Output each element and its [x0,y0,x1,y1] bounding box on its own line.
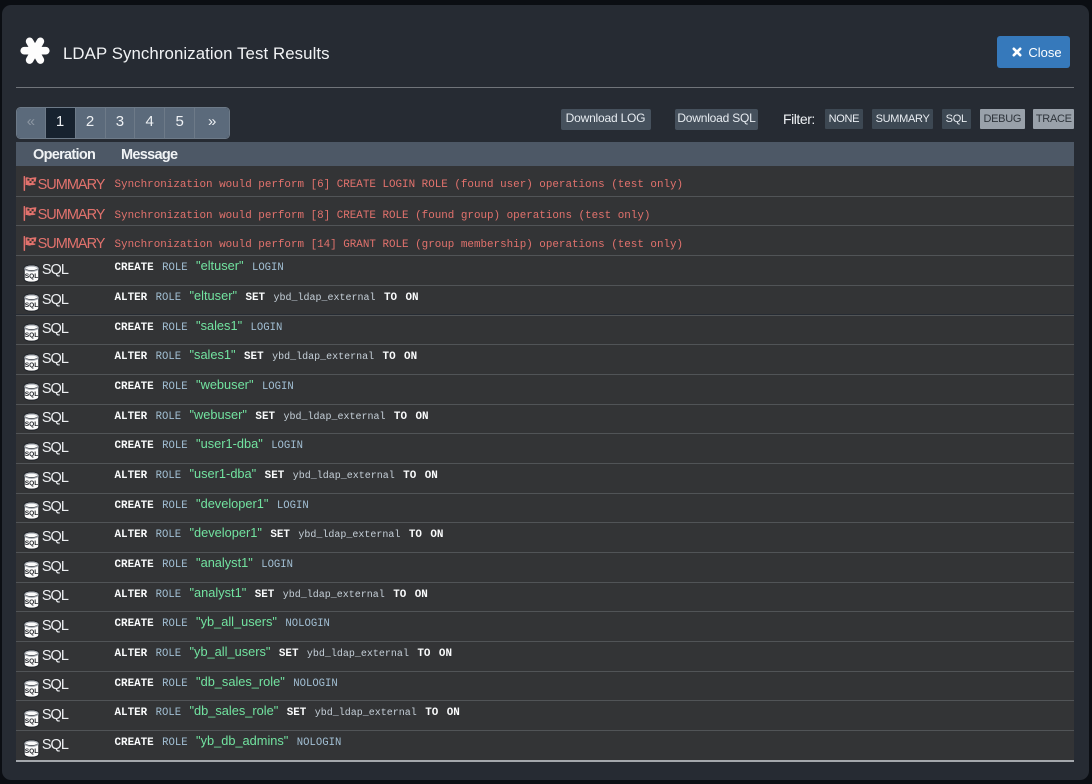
svg-text:SQL: SQL [25,569,39,576]
svg-text:SQL: SQL [25,718,39,725]
svg-text:SQL: SQL [25,302,39,309]
svg-text:SQL: SQL [25,747,39,754]
svg-text:SQL: SQL [25,688,39,695]
svg-text:SQL: SQL [25,421,39,428]
svg-text:SQL: SQL [25,629,39,636]
svg-text:SQL: SQL [25,599,39,606]
svg-text:SQL: SQL [25,361,39,368]
svg-text:SQL: SQL [25,540,39,547]
svg-text:SQL: SQL [25,332,39,339]
svg-text:SQL: SQL [25,451,39,458]
svg-text:SQL: SQL [25,391,39,398]
svg-text:SQL: SQL [25,272,39,279]
svg-text:SQL: SQL [25,658,39,665]
svg-text:SQL: SQL [25,480,39,487]
svg-text:SQL: SQL [25,510,39,517]
